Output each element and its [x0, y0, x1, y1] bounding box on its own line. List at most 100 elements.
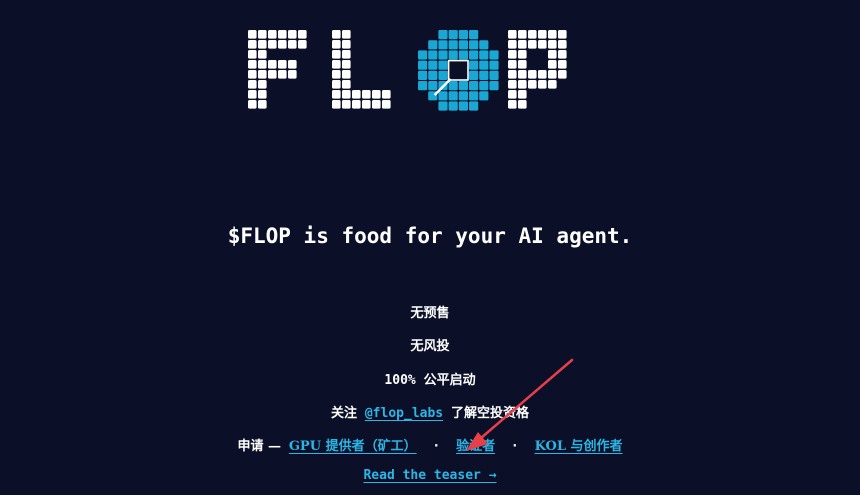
letter-o-block [448, 50, 458, 60]
letter-o-block [428, 60, 438, 70]
letter-f-block [258, 30, 267, 39]
letter-l-block [342, 70, 351, 79]
no-vc-text: 无风投 [410, 339, 450, 354]
letter-p-block [528, 80, 537, 89]
letter-l-block [342, 60, 351, 69]
letter-f-block [268, 70, 277, 79]
letter-l-block [342, 80, 351, 89]
letter-o-block [458, 91, 468, 101]
letter-p-block [518, 50, 527, 59]
letter-l-block [362, 100, 371, 109]
letter-p-block [508, 30, 517, 39]
letter-l-block [332, 90, 341, 99]
letter-o-block [469, 60, 479, 70]
letter-f-block [258, 100, 267, 109]
letter-p-block [548, 70, 557, 79]
letter-f-block [268, 40, 277, 49]
letter-l-block [332, 100, 341, 109]
letter-o-block [438, 91, 448, 101]
separator-dot: · [432, 439, 441, 454]
letter-o-block [469, 30, 479, 40]
letter-p-block [508, 40, 517, 49]
letter-o-block [479, 70, 489, 80]
letter-o-block [458, 101, 468, 111]
letter-p-block [548, 40, 557, 49]
letter-f-block [258, 90, 267, 99]
letter-o-block [469, 101, 479, 111]
letter-o-block [469, 70, 479, 80]
letter-o-block [448, 91, 458, 101]
letter-f-block [248, 60, 257, 69]
letter-p-block [528, 30, 537, 39]
letter-p-block [518, 100, 527, 109]
letter-f-block [248, 70, 257, 79]
letter-f-block [268, 30, 277, 39]
letter-f-block [248, 90, 257, 99]
read-teaser-link[interactable]: Read the teaser → [363, 468, 496, 483]
letter-l-block [332, 70, 341, 79]
letter-p-block [508, 100, 517, 109]
letter-p-block [558, 60, 567, 69]
letter-f-block [288, 70, 297, 79]
letter-p-block [548, 30, 557, 39]
letter-p-block [518, 70, 527, 79]
letter-o-block [418, 50, 428, 60]
letter-o-block [469, 40, 479, 50]
letter-o-block [479, 50, 489, 60]
letter-p-block [538, 70, 547, 79]
letter-p-block [538, 30, 547, 39]
apply-line: 申请 — GPU 提供者（矿工） · 验证者 · KOL 与创作者 [0, 435, 860, 454]
letter-f-block [298, 30, 307, 39]
letter-p-block [558, 30, 567, 39]
letter-l-block [332, 60, 341, 69]
letter-f-block [248, 100, 257, 109]
letter-p-block [558, 40, 567, 49]
letter-f-block [258, 50, 267, 59]
letter-o-block [479, 40, 489, 50]
letter-f-block [248, 40, 257, 49]
letter-f-block [248, 80, 257, 89]
letter-f-block [278, 40, 287, 49]
letter-f-block [288, 30, 297, 39]
letter-l-block [382, 90, 391, 99]
letter-f-block [278, 60, 287, 69]
letter-f-block [258, 80, 267, 89]
letter-p-block [508, 60, 517, 69]
letter-p-block [538, 40, 547, 49]
letter-o-block [418, 70, 428, 80]
follow-line: 关注 @flop_labs 了解空投资格 [0, 402, 860, 421]
apply-prefix: 申请 — [237, 439, 281, 454]
letter-o-block [448, 30, 458, 40]
letter-p-block [518, 30, 527, 39]
letter-f-block [288, 60, 297, 69]
letter-o-block [448, 101, 458, 111]
letter-l-block [332, 40, 341, 49]
letter-o-block [438, 30, 448, 40]
letter-o-block [458, 50, 468, 60]
letter-o-block [438, 50, 448, 60]
no-presale-text: 无预售 [410, 306, 450, 321]
fair-launch-text: 100% 公平启动 [0, 369, 860, 388]
flop-labs-link[interactable]: @flop_labs [365, 406, 443, 421]
letter-p-block [518, 40, 527, 49]
letter-p-block [558, 50, 567, 59]
letter-l-block [342, 100, 351, 109]
letter-p-block [518, 80, 527, 89]
letter-o-block [438, 101, 448, 111]
letter-l-block [342, 30, 351, 39]
letter-l-block [382, 100, 391, 109]
letter-l-block [332, 80, 341, 89]
letter-f-block [258, 70, 267, 79]
letter-p-block [528, 70, 537, 79]
letter-p-block [548, 80, 557, 89]
letter-o-block [489, 50, 499, 60]
letter-o-block [438, 40, 448, 50]
letter-p-block [548, 50, 557, 59]
letter-p-block [508, 90, 517, 99]
letter-f-block [298, 40, 307, 49]
letter-o-block [428, 70, 438, 80]
flop-logo [248, 30, 567, 111]
letter-o-block [469, 91, 479, 101]
gpu-provider-link[interactable]: GPU 提供者（矿工） [289, 439, 417, 454]
letter-p-block [508, 70, 517, 79]
